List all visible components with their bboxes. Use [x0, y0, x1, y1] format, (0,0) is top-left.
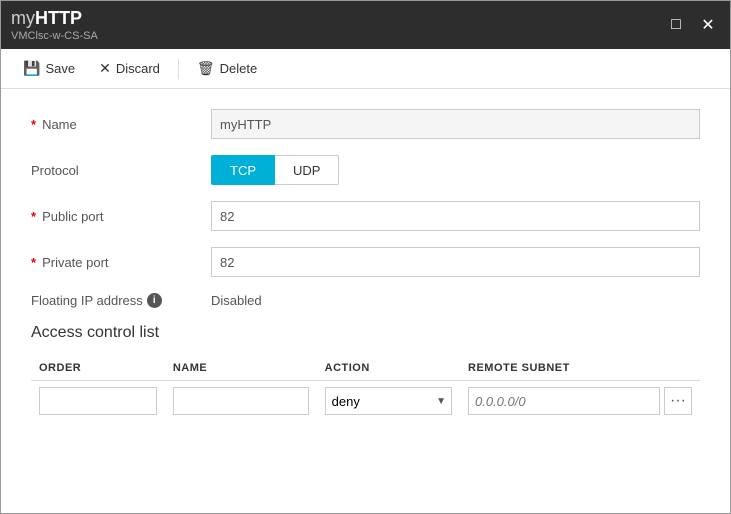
floating-ip-info-icon[interactable]: i [147, 293, 162, 308]
subnet-cell: ··· [460, 381, 700, 422]
tcp-button[interactable]: TCP [211, 155, 275, 185]
title-my: my [11, 8, 35, 28]
name-cell [165, 381, 317, 422]
private-port-required-marker: * [31, 255, 36, 270]
floating-ip-value: Disabled [211, 293, 262, 308]
toolbar: 💾 Save ✕ Discard 🗑 Delete [1, 49, 730, 89]
window-subtitle: VMClsc-w-CS-SA [11, 30, 98, 42]
toolbar-separator [178, 59, 179, 79]
public-port-label: Public port [42, 209, 103, 224]
protocol-value-container: TCP UDP [211, 155, 700, 185]
close-button[interactable]: ✕ [696, 13, 720, 37]
subnet-wrapper: ··· [468, 387, 692, 415]
private-port-label-container: * Private port [31, 255, 211, 270]
protocol-row: Protocol TCP UDP [31, 155, 700, 185]
discard-button[interactable]: ✕ Discard [89, 55, 170, 82]
private-port-value-container [211, 247, 700, 277]
main-window: myHTTP VMClsc-w-CS-SA □ ✕ 💾 Save ✕ Disca… [0, 0, 731, 514]
acl-header-row: ORDER NAME ACTION REMOTE SUBNET [31, 356, 700, 381]
name-row: * Name [31, 109, 700, 139]
public-port-value-container [211, 201, 700, 231]
name-label: Name [42, 117, 77, 132]
acl-name-input[interactable] [173, 387, 309, 415]
title-http: HTTP [35, 8, 82, 28]
col-order: ORDER [31, 356, 165, 381]
name-input[interactable] [211, 109, 700, 139]
protocol-label-container: Protocol [31, 163, 211, 178]
save-icon: 💾 [23, 60, 40, 77]
window-controls: □ ✕ [664, 13, 720, 37]
public-port-required-marker: * [31, 209, 36, 224]
acl-section: Access control list ORDER NAME ACTION RE… [31, 324, 700, 421]
private-port-input[interactable] [211, 247, 700, 277]
minimize-button[interactable]: □ [664, 13, 688, 37]
order-cell [31, 381, 165, 422]
protocol-toggle: TCP UDP [211, 155, 700, 185]
col-remote-subnet: REMOTE SUBNET [460, 356, 700, 381]
acl-table-body: deny allow ▼ ··· [31, 381, 700, 422]
subnet-input[interactable] [468, 387, 660, 415]
acl-table-header: ORDER NAME ACTION REMOTE SUBNET [31, 356, 700, 381]
action-select-wrapper: deny allow ▼ [325, 387, 452, 415]
acl-table: ORDER NAME ACTION REMOTE SUBNET [31, 356, 700, 421]
private-port-label: Private port [42, 255, 108, 270]
public-port-label-container: * Public port [31, 209, 211, 224]
floating-ip-label: Floating IP address [31, 293, 143, 308]
col-name: NAME [165, 356, 317, 381]
delete-button[interactable]: 🗑 Delete [187, 55, 267, 82]
title-bar: myHTTP VMClsc-w-CS-SA □ ✕ [1, 1, 730, 49]
delete-label: Delete [220, 61, 258, 76]
subnet-dots-button[interactable]: ··· [664, 387, 692, 415]
protocol-label: Protocol [31, 163, 79, 178]
window-title: myHTTP [11, 8, 98, 30]
order-input[interactable] [39, 387, 157, 415]
delete-icon: 🗑 [197, 60, 215, 77]
name-label-container: * Name [31, 117, 211, 132]
save-button[interactable]: 💾 Save [13, 55, 85, 82]
content-area: * Name Protocol TCP UDP * Public [1, 89, 730, 513]
discard-label: Discard [116, 61, 160, 76]
floating-ip-value-container: Disabled [211, 293, 700, 308]
floating-ip-row: Floating IP address i Disabled [31, 293, 700, 308]
col-action: ACTION [317, 356, 460, 381]
action-select[interactable]: deny allow [325, 387, 452, 415]
name-required-marker: * [31, 117, 36, 132]
discard-icon: ✕ [99, 60, 111, 77]
public-port-input[interactable] [211, 201, 700, 231]
save-label: Save [45, 61, 75, 76]
name-value-container [211, 109, 700, 139]
acl-section-title: Access control list [31, 324, 700, 342]
udp-button[interactable]: UDP [275, 155, 339, 185]
title-bar-left: myHTTP VMClsc-w-CS-SA [11, 8, 98, 42]
private-port-row: * Private port [31, 247, 700, 277]
floating-ip-label-container: Floating IP address i [31, 293, 211, 308]
action-cell: deny allow ▼ [317, 381, 460, 422]
public-port-row: * Public port [31, 201, 700, 231]
table-row: deny allow ▼ ··· [31, 381, 700, 422]
